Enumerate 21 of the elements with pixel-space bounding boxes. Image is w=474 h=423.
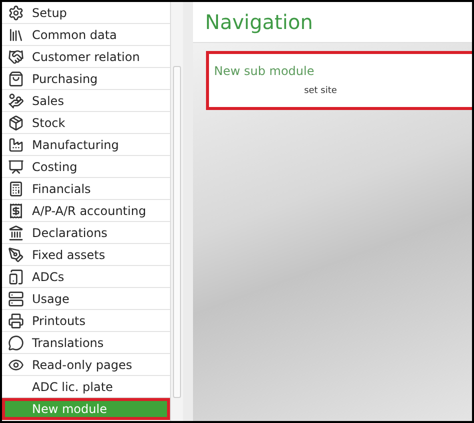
gear-icon bbox=[8, 4, 24, 20]
easel-icon bbox=[8, 158, 24, 174]
handshake-icon bbox=[8, 48, 24, 64]
devices-icon bbox=[8, 268, 24, 284]
printer-icon bbox=[8, 312, 24, 328]
scrollbar[interactable] bbox=[170, 2, 183, 421]
hand-coins-icon bbox=[8, 92, 24, 108]
pen-icon bbox=[8, 246, 24, 262]
books-icon bbox=[8, 26, 24, 42]
server-icon bbox=[8, 290, 24, 306]
speech-bubble-icon bbox=[8, 334, 24, 350]
set-site-link[interactable]: set site bbox=[304, 86, 337, 96]
receipt-icon bbox=[8, 202, 24, 218]
box-icon bbox=[8, 114, 24, 130]
card-title: New sub module bbox=[214, 64, 316, 78]
bank-icon bbox=[8, 224, 24, 240]
eye-icon bbox=[8, 356, 24, 372]
factory-icon bbox=[8, 136, 24, 152]
bag-icon bbox=[8, 70, 24, 86]
page-title: Navigation bbox=[205, 10, 313, 34]
calculator-icon bbox=[8, 180, 24, 196]
